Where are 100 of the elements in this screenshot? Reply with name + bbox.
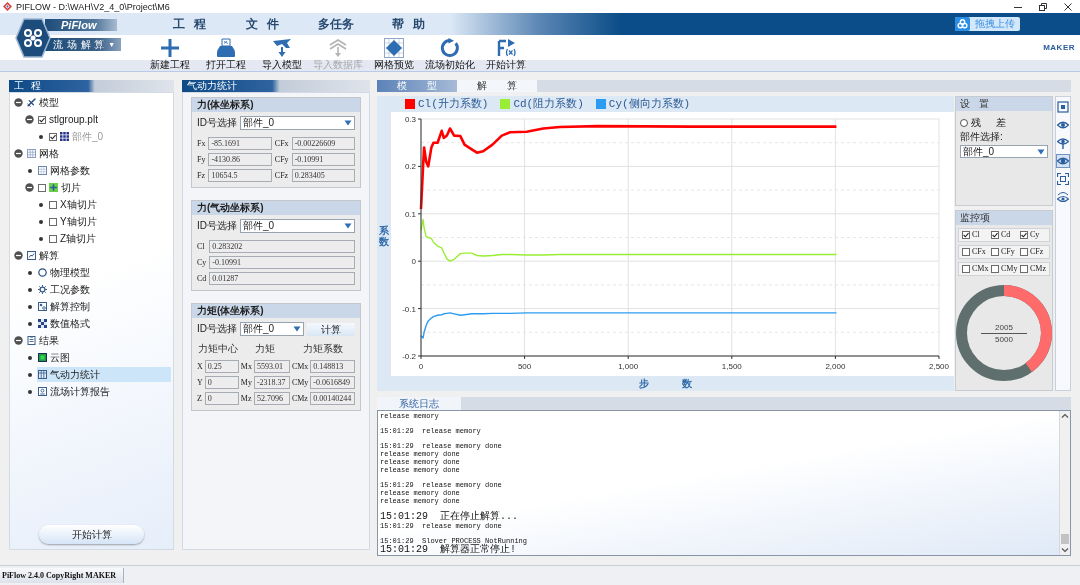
- caret-down-icon: [1037, 148, 1045, 155]
- hexagon-logo-icon: [15, 18, 51, 58]
- import-model-button[interactable]: 导入模型: [254, 35, 310, 71]
- restore-icon[interactable]: [1039, 2, 1047, 11]
- monitor-option[interactable]: Cd: [991, 230, 1011, 240]
- progress-total: 5000: [995, 334, 1013, 344]
- x-tick-label: 1,500: [721, 362, 742, 371]
- compute-button[interactable]: 计算: [306, 322, 355, 336]
- id-select[interactable]: 部件_0: [240, 322, 304, 336]
- tree-item[interactable]: Z轴切片: [48, 231, 171, 246]
- eye-icon[interactable]: [1057, 155, 1069, 167]
- eye-arc-icon[interactable]: [1057, 191, 1069, 203]
- checkbox[interactable]: [38, 115, 46, 124]
- monitor-option[interactable]: CFy: [991, 247, 1015, 257]
- monitor-option[interactable]: Cy: [1020, 230, 1040, 240]
- residual-radio[interactable]: 残 差: [960, 117, 1006, 129]
- tree-item[interactable]: 网格参数: [37, 163, 171, 178]
- field-label: Cd: [197, 273, 207, 285]
- gear-icon: [38, 285, 47, 294]
- eye-icon[interactable]: [1057, 119, 1069, 131]
- monitor-option[interactable]: CMz: [1020, 264, 1046, 274]
- plus-icon: [160, 38, 180, 58]
- monitor-option[interactable]: CMy: [991, 264, 1018, 274]
- tree-item[interactable]: 网格: [26, 146, 171, 161]
- collapse-icon[interactable]: [14, 336, 23, 345]
- tree-item[interactable]: 结果: [26, 333, 171, 348]
- group-title: 力矩(体坐标系): [192, 304, 360, 318]
- refresh-icon: [440, 38, 460, 58]
- flow-init-button[interactable]: 流场初始化: [422, 35, 478, 71]
- value-field: -0.10991: [291, 153, 355, 166]
- scroll-up-icon[interactable]: [1060, 411, 1070, 421]
- brand-label: MAKER: [1043, 43, 1075, 53]
- menu-item[interactable]: 多任务: [299, 17, 372, 31]
- id-label: ID号选择: [197, 219, 237, 233]
- start-compute-button[interactable]: 开始计算: [39, 525, 144, 544]
- tree-item[interactable]: Y轴切片: [48, 214, 171, 229]
- scroll-down-icon[interactable]: [1060, 545, 1070, 555]
- value-field: 0.01287: [209, 272, 355, 285]
- tree-item[interactable]: 工况参数: [37, 282, 171, 297]
- monitor-option[interactable]: CMx: [962, 264, 989, 274]
- tab[interactable]: 解 算: [457, 80, 537, 92]
- new-project-button[interactable]: 新建工程: [142, 35, 198, 71]
- window-title: PIFLOW - D:\WAH\V2_4_0\Project\M6: [16, 0, 170, 13]
- collapse-icon[interactable]: [25, 183, 34, 192]
- tree-item[interactable]: 气动力统计: [37, 367, 171, 382]
- checkbox[interactable]: [49, 234, 57, 243]
- log-line: 15:01:29 正在停止解算...: [380, 512, 518, 522]
- value-field: -85.1691: [208, 137, 272, 150]
- field-label: Fx: [197, 138, 206, 150]
- tree-item[interactable]: 解算: [26, 248, 171, 263]
- field-label: My: [240, 377, 252, 389]
- checkbox[interactable]: [49, 217, 57, 226]
- eye-pin-icon[interactable]: [1057, 137, 1069, 149]
- collapse-icon[interactable]: [14, 98, 23, 107]
- collapse-icon[interactable]: [14, 251, 23, 260]
- mesh-preview-button[interactable]: 网格预览: [366, 35, 422, 71]
- grid-icon: [27, 149, 36, 158]
- checkbox[interactable]: [49, 200, 57, 209]
- caret-down-icon: [344, 223, 352, 229]
- settings-square-icon: [38, 302, 47, 311]
- open-project-button[interactable]: 打开工程: [198, 35, 254, 71]
- id-select[interactable]: 部件_0: [240, 116, 355, 130]
- monitor-option[interactable]: CFz: [1020, 247, 1044, 257]
- menu-item[interactable]: 文 件: [226, 17, 299, 31]
- bullet-icon: [27, 372, 32, 377]
- field-label: Cl: [197, 241, 206, 253]
- tree-item[interactable]: X轴切片: [48, 197, 171, 212]
- bullet-icon: [38, 202, 43, 207]
- monitor-option[interactable]: Cl: [962, 230, 980, 240]
- collapse-icon[interactable]: [25, 115, 34, 124]
- value-field: 0.283202: [209, 240, 355, 253]
- plane-arrow-icon: [272, 38, 292, 58]
- log-tab[interactable]: 系统日志: [377, 397, 461, 410]
- tree-item[interactable]: 解算控制: [37, 299, 171, 314]
- id-label: ID号选择: [197, 322, 237, 336]
- cross-square-icon: [49, 183, 58, 192]
- menu-item[interactable]: 工 程: [153, 17, 226, 31]
- monitor-option[interactable]: CFx: [962, 247, 986, 257]
- part-select[interactable]: 部件_0: [960, 145, 1048, 158]
- frame-icon[interactable]: [1057, 101, 1069, 113]
- tree-item[interactable]: 物理模型: [37, 265, 171, 280]
- tree-item[interactable]: 云图: [37, 350, 171, 365]
- checkbox[interactable]: [38, 183, 46, 192]
- column-header: 力矩: [254, 343, 277, 355]
- id-select[interactable]: 部件_0: [240, 219, 355, 233]
- value-field: 10654.5: [208, 169, 272, 182]
- menu-item[interactable]: 帮 助: [372, 17, 445, 31]
- fit-frame-icon[interactable]: [1057, 173, 1069, 185]
- tree-item[interactable]: stlgroup.plt: [37, 112, 171, 127]
- start-compute-button[interactable]: 开始计算: [478, 35, 534, 71]
- tree-item[interactable]: 流场计算报告: [37, 384, 171, 399]
- scroll-thumb[interactable]: [1061, 534, 1069, 544]
- tree-item[interactable]: 数值格式: [37, 316, 171, 331]
- status-text: PiFlow 2.4.0 CopyRight MAKER: [0, 568, 124, 583]
- close-icon[interactable]: [1064, 2, 1072, 11]
- panel-title: 工 程: [9, 80, 174, 92]
- tree-item[interactable]: 切片: [37, 180, 171, 195]
- tree-item[interactable]: 模型: [26, 95, 171, 110]
- collapse-icon[interactable]: [14, 149, 23, 158]
- value-field: 0.00140244: [310, 392, 355, 405]
